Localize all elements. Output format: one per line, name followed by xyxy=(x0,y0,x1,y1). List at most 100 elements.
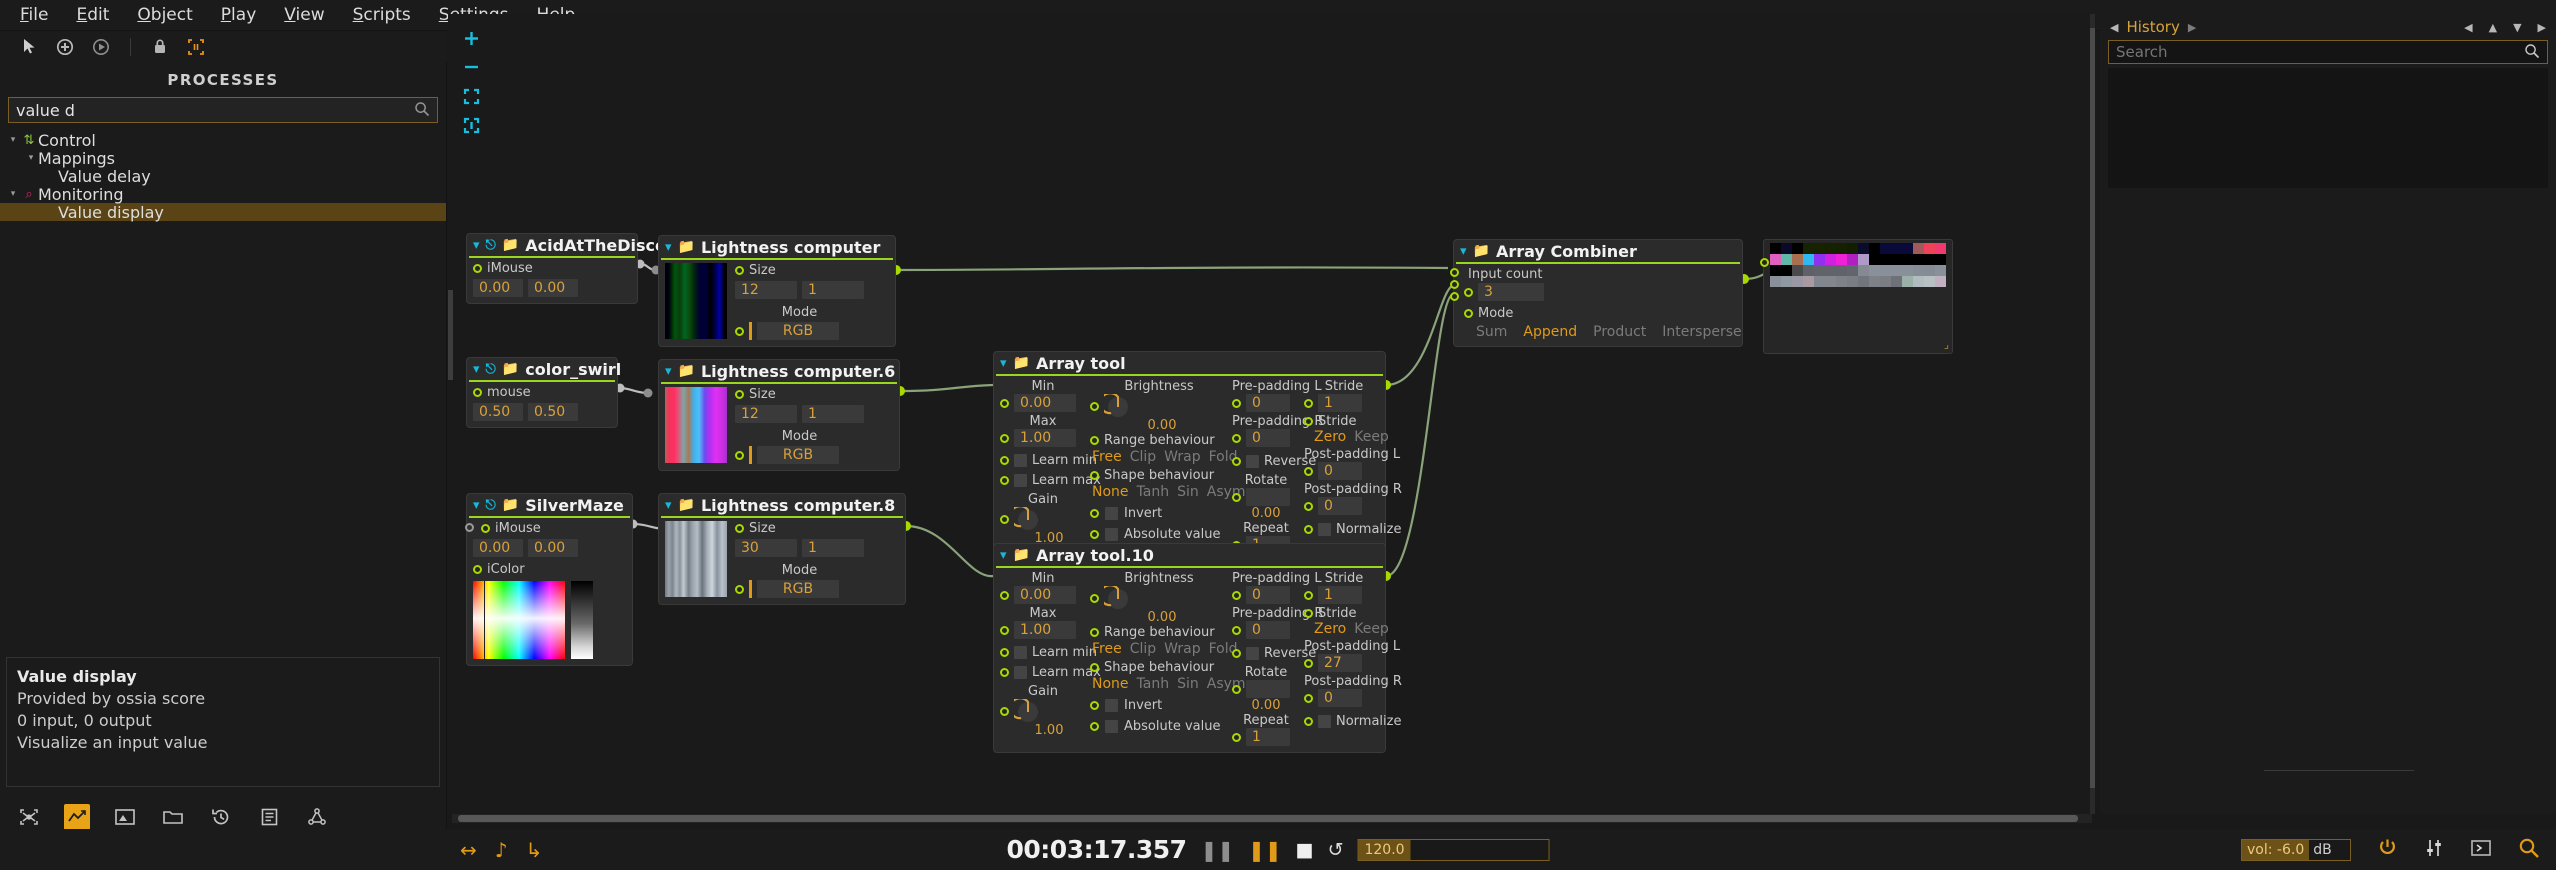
node-header[interactable]: ▾ 📁 Array tool.10 xyxy=(994,544,1385,566)
history-search-input[interactable] xyxy=(2108,40,2548,64)
combiner-inlet-2[interactable] xyxy=(1450,280,1459,289)
list-icon[interactable] xyxy=(256,804,282,830)
shape-behaviour-port[interactable] xyxy=(1090,471,1099,480)
min-field[interactable]: 0.00 xyxy=(1014,586,1076,604)
normalize-port[interactable] xyxy=(1304,717,1313,726)
node-header[interactable]: ▾ ⎋ 📁 SilverMaze xyxy=(467,494,632,516)
play-pause-icon[interactable]: ❚❚ xyxy=(1248,838,1282,862)
chevron-down-icon[interactable]: ▾ xyxy=(473,363,480,376)
folder-icon[interactable]: 📁 xyxy=(678,498,695,512)
learn-max-port[interactable] xyxy=(1000,476,1009,485)
menu-item-play[interactable]: Play xyxy=(207,2,270,28)
fit-view-icon[interactable] xyxy=(185,36,207,58)
tree-arrow-icon[interactable]: ▾ xyxy=(6,189,20,199)
min-field[interactable]: 0.00 xyxy=(1014,394,1076,412)
chevron-down-icon[interactable]: ▾ xyxy=(665,499,672,512)
node-lightness-computer[interactable]: ▾ 📁 Lightness computer Size 12 1 Mode RG… xyxy=(658,235,896,347)
max-field[interactable]: 1.00 xyxy=(1014,621,1076,639)
menu-item-view[interactable]: View xyxy=(270,2,338,28)
search-icon[interactable] xyxy=(2518,837,2540,863)
value-y-field[interactable]: 0.00 xyxy=(528,279,578,297)
gain-port[interactable] xyxy=(1000,706,1009,716)
shape-behaviour-port[interactable] xyxy=(1090,663,1099,672)
imouse-port[interactable] xyxy=(481,524,490,533)
stride-option-zero[interactable]: Zero xyxy=(1314,621,1346,637)
range-behaviour-port[interactable] xyxy=(1090,436,1099,445)
chevron-left-icon[interactable]: ◀ xyxy=(2110,21,2118,34)
menu-item-edit[interactable]: Edit xyxy=(62,2,123,28)
stride-field[interactable]: 1 xyxy=(1318,586,1362,604)
value-x-field[interactable]: 0.00 xyxy=(473,539,523,557)
learn-min-checkbox[interactable] xyxy=(1014,454,1027,467)
folder-icon[interactable] xyxy=(160,804,186,830)
nav-left-icon[interactable]: ◀ xyxy=(2464,21,2472,34)
rotate-port[interactable] xyxy=(1232,684,1241,694)
reverse-checkbox[interactable] xyxy=(1246,647,1259,660)
absolute-port[interactable] xyxy=(1090,722,1099,731)
rotate-slider[interactable] xyxy=(1246,488,1290,506)
learn-min-port[interactable] xyxy=(1000,456,1009,465)
node-inlet-port[interactable] xyxy=(465,523,474,532)
search-icon[interactable] xyxy=(414,101,430,121)
prepad-l-field[interactable]: 0 xyxy=(1246,586,1290,604)
chevron-right-icon[interactable]: ▶ xyxy=(2188,21,2196,34)
knob-icon[interactable] xyxy=(1014,507,1042,531)
shape-option-none[interactable]: None xyxy=(1092,676,1129,692)
node-header[interactable]: ▾ 📁 Lightness computer.8 xyxy=(659,494,905,516)
stride-port[interactable] xyxy=(1304,590,1313,600)
shape-option-sin[interactable]: Sin xyxy=(1177,484,1199,500)
external-window-icon[interactable]: ⎋ xyxy=(486,363,496,376)
postpad-r-field[interactable]: 0 xyxy=(1318,497,1362,515)
inlet-port[interactable] xyxy=(473,388,482,397)
stride-option-keep[interactable]: Keep xyxy=(1354,621,1389,637)
normalize-checkbox[interactable] xyxy=(1318,715,1331,728)
value-x-field[interactable]: 0.00 xyxy=(473,279,523,297)
mode-port[interactable] xyxy=(735,584,744,594)
invert-checkbox[interactable] xyxy=(1105,699,1118,712)
min-port[interactable] xyxy=(1000,398,1009,408)
history-icon[interactable] xyxy=(208,804,234,830)
node-header[interactable]: ▾ 📁 Array Combiner xyxy=(1454,240,1742,262)
reverse-port[interactable] xyxy=(1232,649,1241,658)
chevron-down-icon[interactable]: ▾ xyxy=(1460,245,1467,258)
value-x-field[interactable]: 0.50 xyxy=(473,403,523,421)
folder-icon[interactable]: 📁 xyxy=(1013,356,1030,370)
combiner-mode-sum[interactable]: Sum xyxy=(1476,324,1507,340)
stride-field[interactable]: 1 xyxy=(1318,394,1362,412)
node-header[interactable]: ▾ 📁 Lightness computer xyxy=(659,236,895,258)
play-scenario-icon[interactable] xyxy=(90,36,112,58)
learn-min-checkbox[interactable] xyxy=(1014,646,1027,659)
curve-icon[interactable]: ↳ xyxy=(526,838,543,862)
color-picker[interactable] xyxy=(473,581,626,659)
stride-port[interactable] xyxy=(1304,398,1313,408)
postpad-r-field[interactable]: 0 xyxy=(1318,689,1362,707)
folder-icon[interactable]: 📁 xyxy=(502,362,519,376)
console-icon[interactable] xyxy=(2470,839,2492,861)
learn-max-checkbox[interactable] xyxy=(1014,666,1027,679)
combiner-inlet-1[interactable] xyxy=(1450,268,1459,277)
postpad-r-port[interactable] xyxy=(1304,501,1313,511)
menu-item-object[interactable]: Object xyxy=(123,2,206,28)
postpad-r-port[interactable] xyxy=(1304,693,1313,703)
mode-value[interactable]: RGB xyxy=(757,446,839,464)
size-h-field[interactable]: 1 xyxy=(802,539,864,557)
canvas-vertical-scrollbar[interactable] xyxy=(2090,14,2095,814)
array-color-grid-panel[interactable]: ⌟ xyxy=(1760,239,1953,354)
node-acid-at-the-disco[interactable]: ▾ ⎋ 📁 AcidAtTheDisco iMouse 0.00 0.00 xyxy=(466,233,666,304)
value-y-field[interactable]: 0.00 xyxy=(528,539,578,557)
graph-icon[interactable] xyxy=(304,804,330,830)
tree-item-monitoring[interactable]: ▾ ⌕ Monitoring xyxy=(0,185,446,204)
search-icon[interactable] xyxy=(2524,43,2540,63)
menu-item-file[interactable]: File xyxy=(6,2,62,28)
range-option-free[interactable]: Free xyxy=(1092,449,1122,465)
pause-icon[interactable]: ❚❚ xyxy=(1201,838,1235,862)
size-port[interactable] xyxy=(735,524,744,533)
knob-icon[interactable] xyxy=(1104,394,1132,418)
shape-option-tanh[interactable]: Tanh xyxy=(1137,676,1170,692)
tree-item-control[interactable]: ▾ ⇅ Control xyxy=(0,131,446,150)
node-header[interactable]: ▾ 📁 Lightness computer.6 xyxy=(659,360,899,382)
max-port[interactable] xyxy=(1000,625,1009,635)
range-option-wrap[interactable]: Wrap xyxy=(1164,449,1200,465)
node-header[interactable]: ▾ ⎋ 📁 AcidAtTheDisco xyxy=(467,234,666,256)
node-graph-canvas[interactable]: ▾ ⎋ 📁 AcidAtTheDisco iMouse 0.00 0.00 ▾ xyxy=(448,14,2096,814)
